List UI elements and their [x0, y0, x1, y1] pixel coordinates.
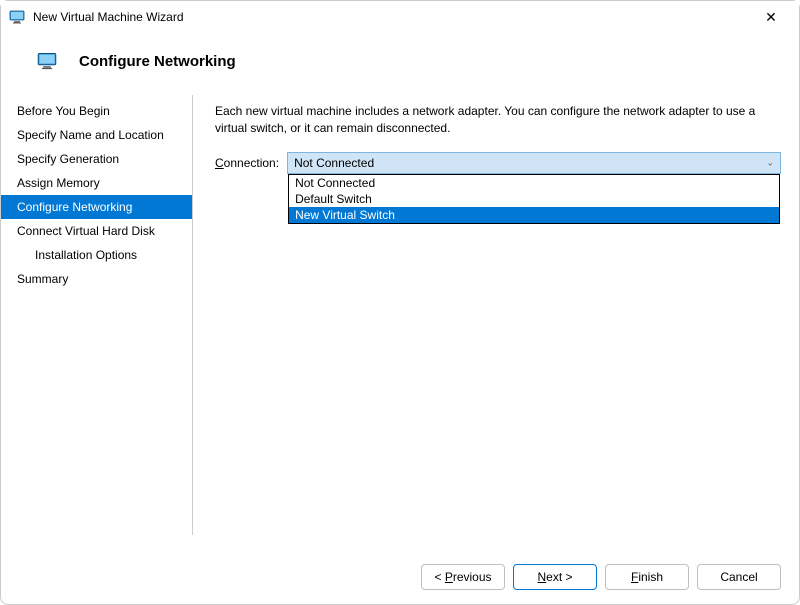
wizard-step-item[interactable]: Specify Name and Location	[1, 123, 192, 147]
wizard-header: Configure Networking	[1, 33, 799, 95]
connection-option[interactable]: Not Connected	[289, 175, 779, 191]
connection-option[interactable]: Default Switch	[289, 191, 779, 207]
connection-dropdown: Not ConnectedDefault SwitchNew Virtual S…	[288, 174, 780, 224]
connection-combobox[interactable]: Not Connected ⌄ Not ConnectedDefault Swi…	[287, 152, 781, 174]
wizard-header-icon	[37, 51, 57, 71]
page-description: Each new virtual machine includes a netw…	[215, 103, 781, 138]
close-button[interactable]: ✕	[751, 3, 791, 31]
window-title: New Virtual Machine Wizard	[33, 10, 184, 24]
wizard-step-item[interactable]: Before You Begin	[1, 99, 192, 123]
titlebar: New Virtual Machine Wizard ✕	[1, 1, 799, 33]
connection-label: Connection:	[215, 156, 279, 170]
wizard-step-item[interactable]: Specify Generation	[1, 147, 192, 171]
finish-button[interactable]: Finish	[605, 564, 689, 590]
wizard-step-item[interactable]: Summary	[1, 267, 192, 291]
next-button[interactable]: Next >	[513, 564, 597, 590]
wizard-step-item[interactable]: Connect Virtual Hard Disk	[1, 219, 192, 243]
wizard-steps-sidebar: Before You BeginSpecify Name and Locatio…	[1, 95, 193, 535]
wizard-step-item[interactable]: Configure Networking	[1, 195, 192, 219]
cancel-button[interactable]: Cancel	[697, 564, 781, 590]
connection-selected-value: Not Connected	[294, 156, 374, 170]
wizard-footer: < Previous Next > Finish Cancel	[421, 564, 781, 590]
wizard-main-panel: Each new virtual machine includes a netw…	[193, 95, 799, 535]
wizard-step-item[interactable]: Assign Memory	[1, 171, 192, 195]
page-title: Configure Networking	[79, 53, 236, 70]
connection-option[interactable]: New Virtual Switch	[289, 207, 779, 223]
chevron-down-icon: ⌄	[766, 157, 774, 168]
wizard-app-icon	[9, 9, 25, 25]
previous-button[interactable]: < Previous	[421, 564, 505, 590]
wizard-step-item[interactable]: Installation Options	[1, 243, 192, 267]
